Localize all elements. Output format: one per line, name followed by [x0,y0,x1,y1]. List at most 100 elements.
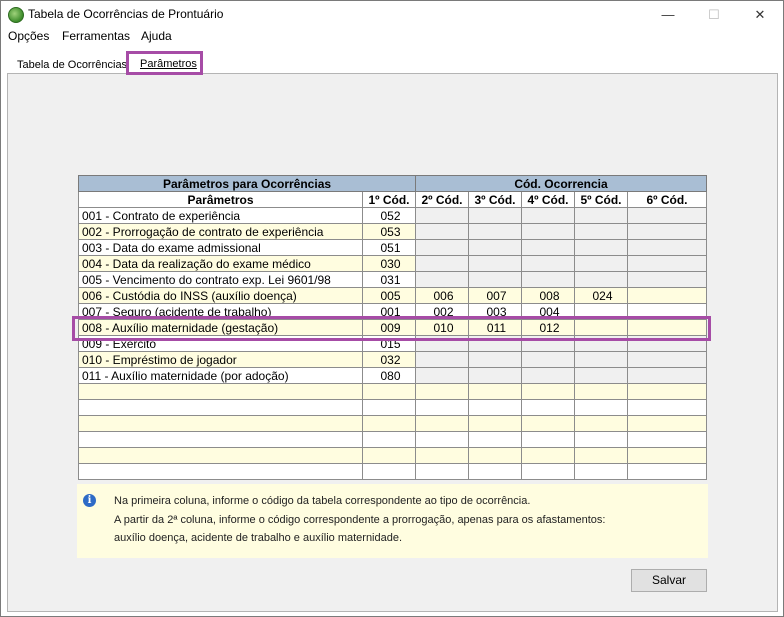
code-cell[interactable] [468,207,522,224]
parameter-cell[interactable] [78,431,363,448]
table-row[interactable] [78,399,707,416]
code-cell[interactable] [574,303,628,320]
code-cell[interactable] [521,415,575,432]
code-cell[interactable] [468,271,522,288]
code-cell[interactable] [627,383,707,400]
table-row[interactable] [78,463,707,480]
code-cell[interactable] [574,207,628,224]
code-cell[interactable]: 015 [362,335,416,352]
code-cell[interactable] [468,463,522,480]
parameter-cell[interactable]: 005 - Vencimento do contrato exp. Lei 96… [78,271,363,288]
code-cell[interactable] [627,463,707,480]
code-cell[interactable]: 024 [574,287,628,304]
code-cell[interactable] [521,335,575,352]
code-cell[interactable]: 001 [362,303,416,320]
table-row[interactable]: 008 - Auxílio maternidade (gestação) 009 0… [78,319,707,336]
menu-opcoes[interactable]: Opções [8,29,49,43]
code-cell[interactable]: 032 [362,351,416,368]
code-cell[interactable] [362,447,416,464]
code-cell[interactable] [521,463,575,480]
code-cell[interactable] [521,207,575,224]
code-cell[interactable] [627,431,707,448]
menu-ajuda[interactable]: Ajuda [141,29,172,43]
parameter-cell[interactable]: 009 - Exercito [78,335,363,352]
code-cell[interactable] [627,319,707,336]
parameter-cell[interactable] [78,463,363,480]
code-cell[interactable] [627,447,707,464]
code-cell[interactable] [415,335,469,352]
code-cell[interactable] [468,335,522,352]
menu-ferramentas[interactable]: Ferramentas [62,29,130,43]
code-cell[interactable] [627,207,707,224]
minimize-button[interactable]: — [645,1,691,28]
tab-tabela-de-ocorrencias[interactable]: Tabela de Ocorrências [17,59,127,71]
code-cell[interactable] [574,239,628,256]
code-cell[interactable] [627,399,707,416]
table-row[interactable]: 002 - Prorrogação de contrato de experiê… [78,223,707,240]
code-cell[interactable]: 030 [362,255,416,272]
code-cell[interactable]: 010 [415,319,469,336]
code-cell[interactable] [521,239,575,256]
table-row[interactable] [78,415,707,432]
code-cell[interactable] [521,223,575,240]
code-cell[interactable] [468,447,522,464]
code-cell[interactable] [468,415,522,432]
table-row[interactable] [78,447,707,464]
code-cell[interactable]: 053 [362,223,416,240]
parameter-cell[interactable]: 002 - Prorrogação de contrato de experiê… [78,223,363,240]
parameter-cell[interactable]: 008 - Auxílio maternidade (gestação) [78,319,363,336]
code-cell[interactable] [627,415,707,432]
code-cell[interactable] [468,223,522,240]
code-cell[interactable]: 080 [362,367,416,384]
code-cell[interactable] [521,383,575,400]
code-cell[interactable] [415,223,469,240]
code-cell[interactable] [627,367,707,384]
parameter-cell[interactable]: 003 - Data do exame admissional [78,239,363,256]
table-row[interactable]: 011 - Auxílio maternidade (por adoção) 08… [78,367,707,384]
code-cell[interactable]: 008 [521,287,575,304]
code-cell[interactable]: 051 [362,239,416,256]
close-button[interactable]: ✕ [737,1,783,28]
code-cell[interactable] [468,383,522,400]
code-cell[interactable] [574,319,628,336]
code-cell[interactable] [521,351,575,368]
code-cell[interactable] [627,351,707,368]
code-cell[interactable] [627,271,707,288]
parameter-cell[interactable] [78,383,363,400]
table-row[interactable]: 006 - Custódia do INSS (auxílio doença) 0… [78,287,707,304]
parameter-cell[interactable]: 007 - Seguro (acidente de trabalho) [78,303,363,320]
code-cell[interactable] [415,383,469,400]
code-cell[interactable] [468,351,522,368]
code-cell[interactable] [415,367,469,384]
code-cell[interactable] [574,335,628,352]
code-cell[interactable] [627,303,707,320]
code-cell[interactable] [574,415,628,432]
code-cell[interactable] [521,367,575,384]
code-cell[interactable] [415,255,469,272]
code-cell[interactable] [415,239,469,256]
code-cell[interactable] [574,367,628,384]
table-row[interactable]: 005 - Vencimento do contrato exp. Lei 96… [78,271,707,288]
code-cell[interactable] [521,271,575,288]
code-cell[interactable] [627,335,707,352]
code-cell[interactable] [521,255,575,272]
parameter-cell[interactable]: 006 - Custódia do INSS (auxílio doença) [78,287,363,304]
code-cell[interactable] [415,399,469,416]
code-cell[interactable]: 004 [521,303,575,320]
code-cell[interactable] [627,239,707,256]
column-header-cod-6[interactable]: 6º Cód. [627,191,707,208]
code-cell[interactable] [574,463,628,480]
code-cell[interactable] [574,383,628,400]
code-cell[interactable] [415,463,469,480]
column-header-cod-5[interactable]: 5º Cód. [574,191,628,208]
code-cell[interactable] [627,255,707,272]
code-cell[interactable] [362,463,416,480]
code-cell[interactable]: 031 [362,271,416,288]
code-cell[interactable]: 003 [468,303,522,320]
parameter-cell[interactable]: 004 - Data da realização do exame médico [78,255,363,272]
code-cell[interactable]: 006 [415,287,469,304]
code-cell[interactable] [415,431,469,448]
code-cell[interactable]: 011 [468,319,522,336]
table-row[interactable]: 010 - Empréstimo de jogador 032 [78,351,707,368]
code-cell[interactable]: 012 [521,319,575,336]
